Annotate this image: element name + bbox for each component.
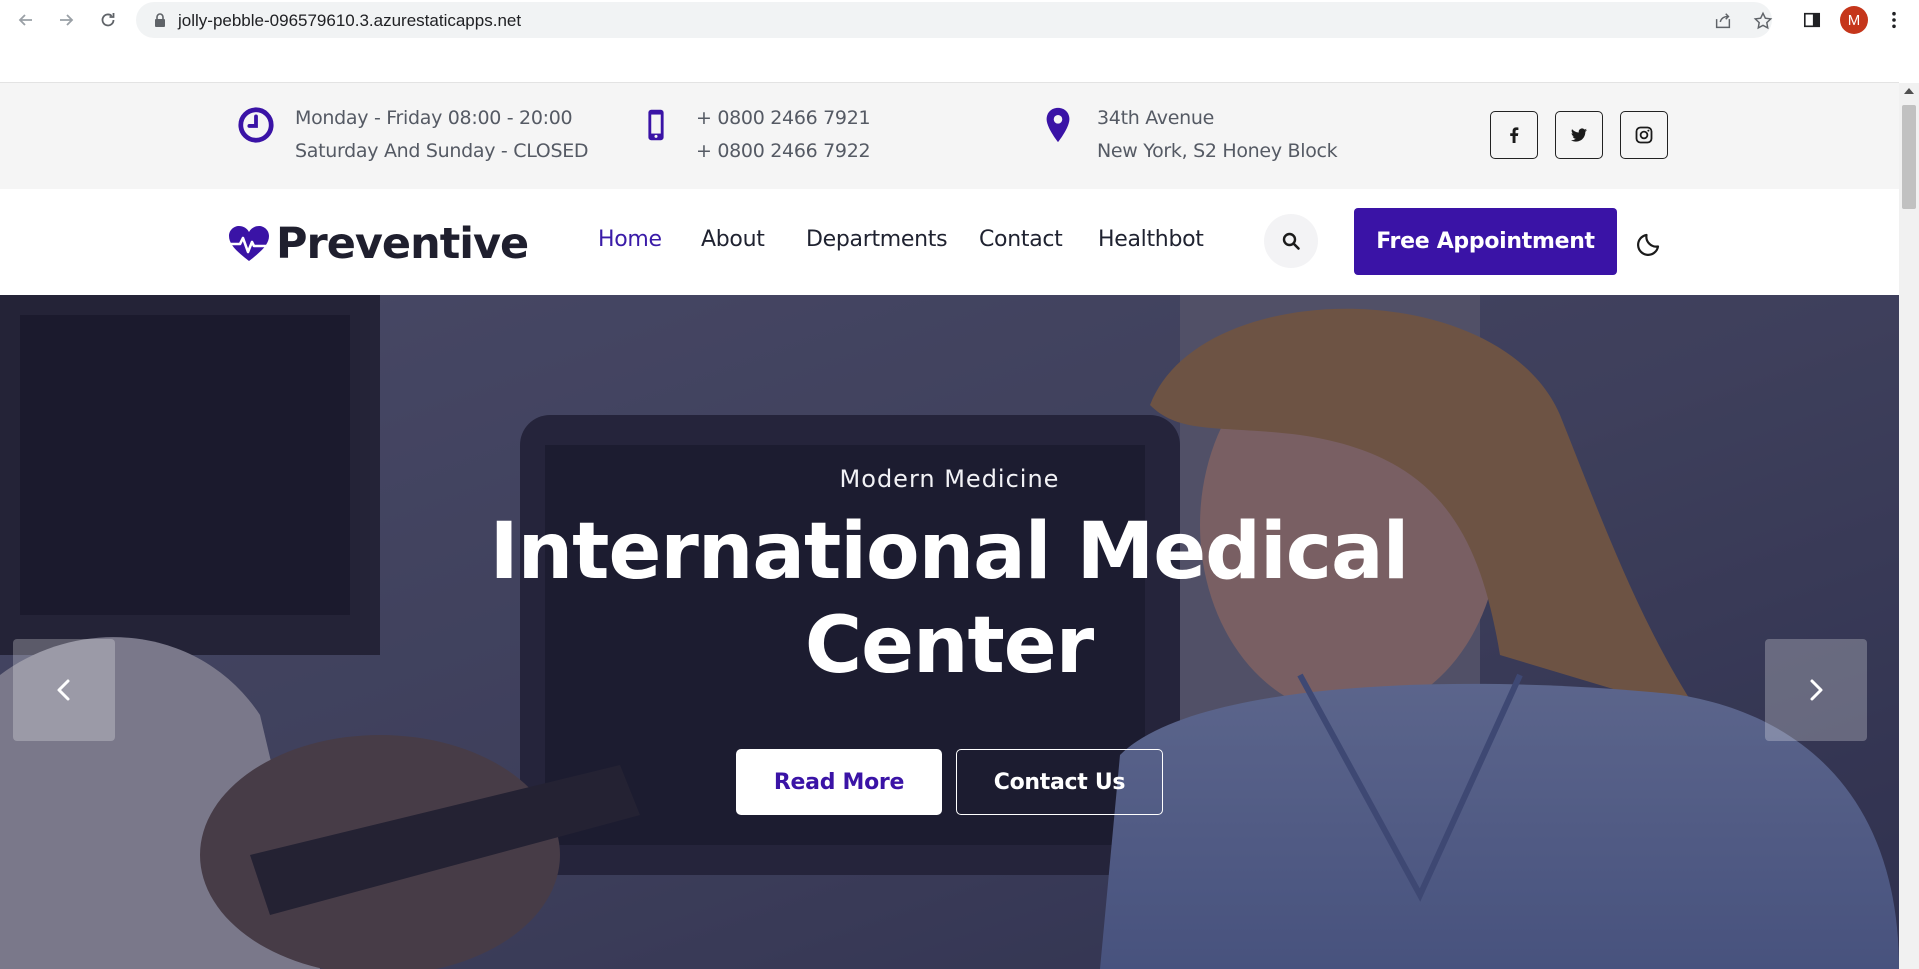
address-line-2: New York, S2 Honey Block	[1097, 140, 1338, 162]
nav-healthbot[interactable]: Healthbot	[1098, 227, 1204, 252]
nav-departments[interactable]: Departments	[806, 227, 948, 252]
forward-icon[interactable]	[52, 6, 80, 34]
nav-home[interactable]: Home	[598, 227, 662, 252]
address-bar[interactable]: jolly-pebble-096579610.3.azurestaticapps…	[136, 2, 1774, 38]
previous-slide-button[interactable]	[13, 639, 115, 741]
hours-weekend: Saturday And Sunday - CLOSED	[295, 140, 589, 162]
lock-icon	[155, 13, 165, 27]
browser-toolbar: jolly-pebble-096579610.3.azurestaticapps…	[0, 0, 1919, 40]
chevron-left-icon	[57, 679, 70, 701]
free-appointment-button[interactable]: Free Appointment	[1354, 208, 1617, 275]
nav-about[interactable]: About	[701, 227, 765, 252]
bookmark-star-icon[interactable]	[1752, 10, 1774, 32]
hours-weekday: Monday - Friday 08:00 - 20:00	[295, 107, 573, 129]
phone-1[interactable]: + 0800 2466 7921	[696, 107, 871, 129]
instagram-button[interactable]	[1620, 111, 1668, 159]
map-pin-icon	[1038, 105, 1078, 145]
scroll-up-arrow-icon[interactable]	[1904, 88, 1914, 94]
dark-mode-moon-icon[interactable]	[1636, 229, 1664, 257]
site-logo[interactable]: Preventive	[228, 219, 529, 269]
contact-info-bar: Monday - Friday 08:00 - 20:00 Saturday A…	[0, 83, 1899, 189]
next-slide-button[interactable]	[1765, 639, 1867, 741]
phone-2[interactable]: + 0800 2466 7922	[696, 140, 871, 162]
search-icon	[1282, 232, 1300, 250]
twitter-icon	[1571, 128, 1587, 142]
scrollbar-thumb[interactable]	[1902, 105, 1916, 209]
contact-us-button[interactable]: Contact Us	[956, 749, 1163, 815]
logo-text: Preventive	[276, 219, 529, 269]
heartbeat-logo-icon	[229, 226, 269, 261]
hero-slider: Modern Medicine International Medical Ce…	[0, 295, 1899, 969]
search-button[interactable]	[1264, 214, 1318, 268]
chevron-right-icon	[1810, 679, 1823, 701]
reload-icon[interactable]	[94, 6, 122, 34]
read-more-button[interactable]: Read More	[736, 749, 942, 815]
instagram-icon	[1635, 126, 1653, 144]
facebook-icon	[1510, 127, 1519, 143]
url-text: jolly-pebble-096579610.3.azurestaticapps…	[178, 11, 522, 30]
hero-subtitle: Modern Medicine	[839, 465, 1060, 493]
address-line-1: 34th Avenue	[1097, 107, 1214, 129]
page-scrollbar[interactable]	[1899, 83, 1919, 969]
more-menu-icon[interactable]	[1882, 8, 1906, 32]
main-navigation: Preventive Home About Departments Contac…	[0, 189, 1899, 295]
twitter-button[interactable]	[1555, 111, 1603, 159]
clock-icon	[236, 105, 276, 145]
hero-title: International Medical Center	[489, 507, 1410, 691]
side-panel-icon[interactable]	[1800, 8, 1824, 32]
share-icon[interactable]	[1712, 10, 1734, 32]
facebook-button[interactable]	[1490, 111, 1538, 159]
profile-avatar[interactable]: M	[1840, 6, 1868, 34]
nav-contact[interactable]: Contact	[979, 227, 1063, 252]
browser-window: jolly-pebble-096579610.3.azurestaticapps…	[0, 0, 1919, 969]
mobile-phone-icon	[636, 105, 676, 145]
back-icon[interactable]	[12, 6, 40, 34]
